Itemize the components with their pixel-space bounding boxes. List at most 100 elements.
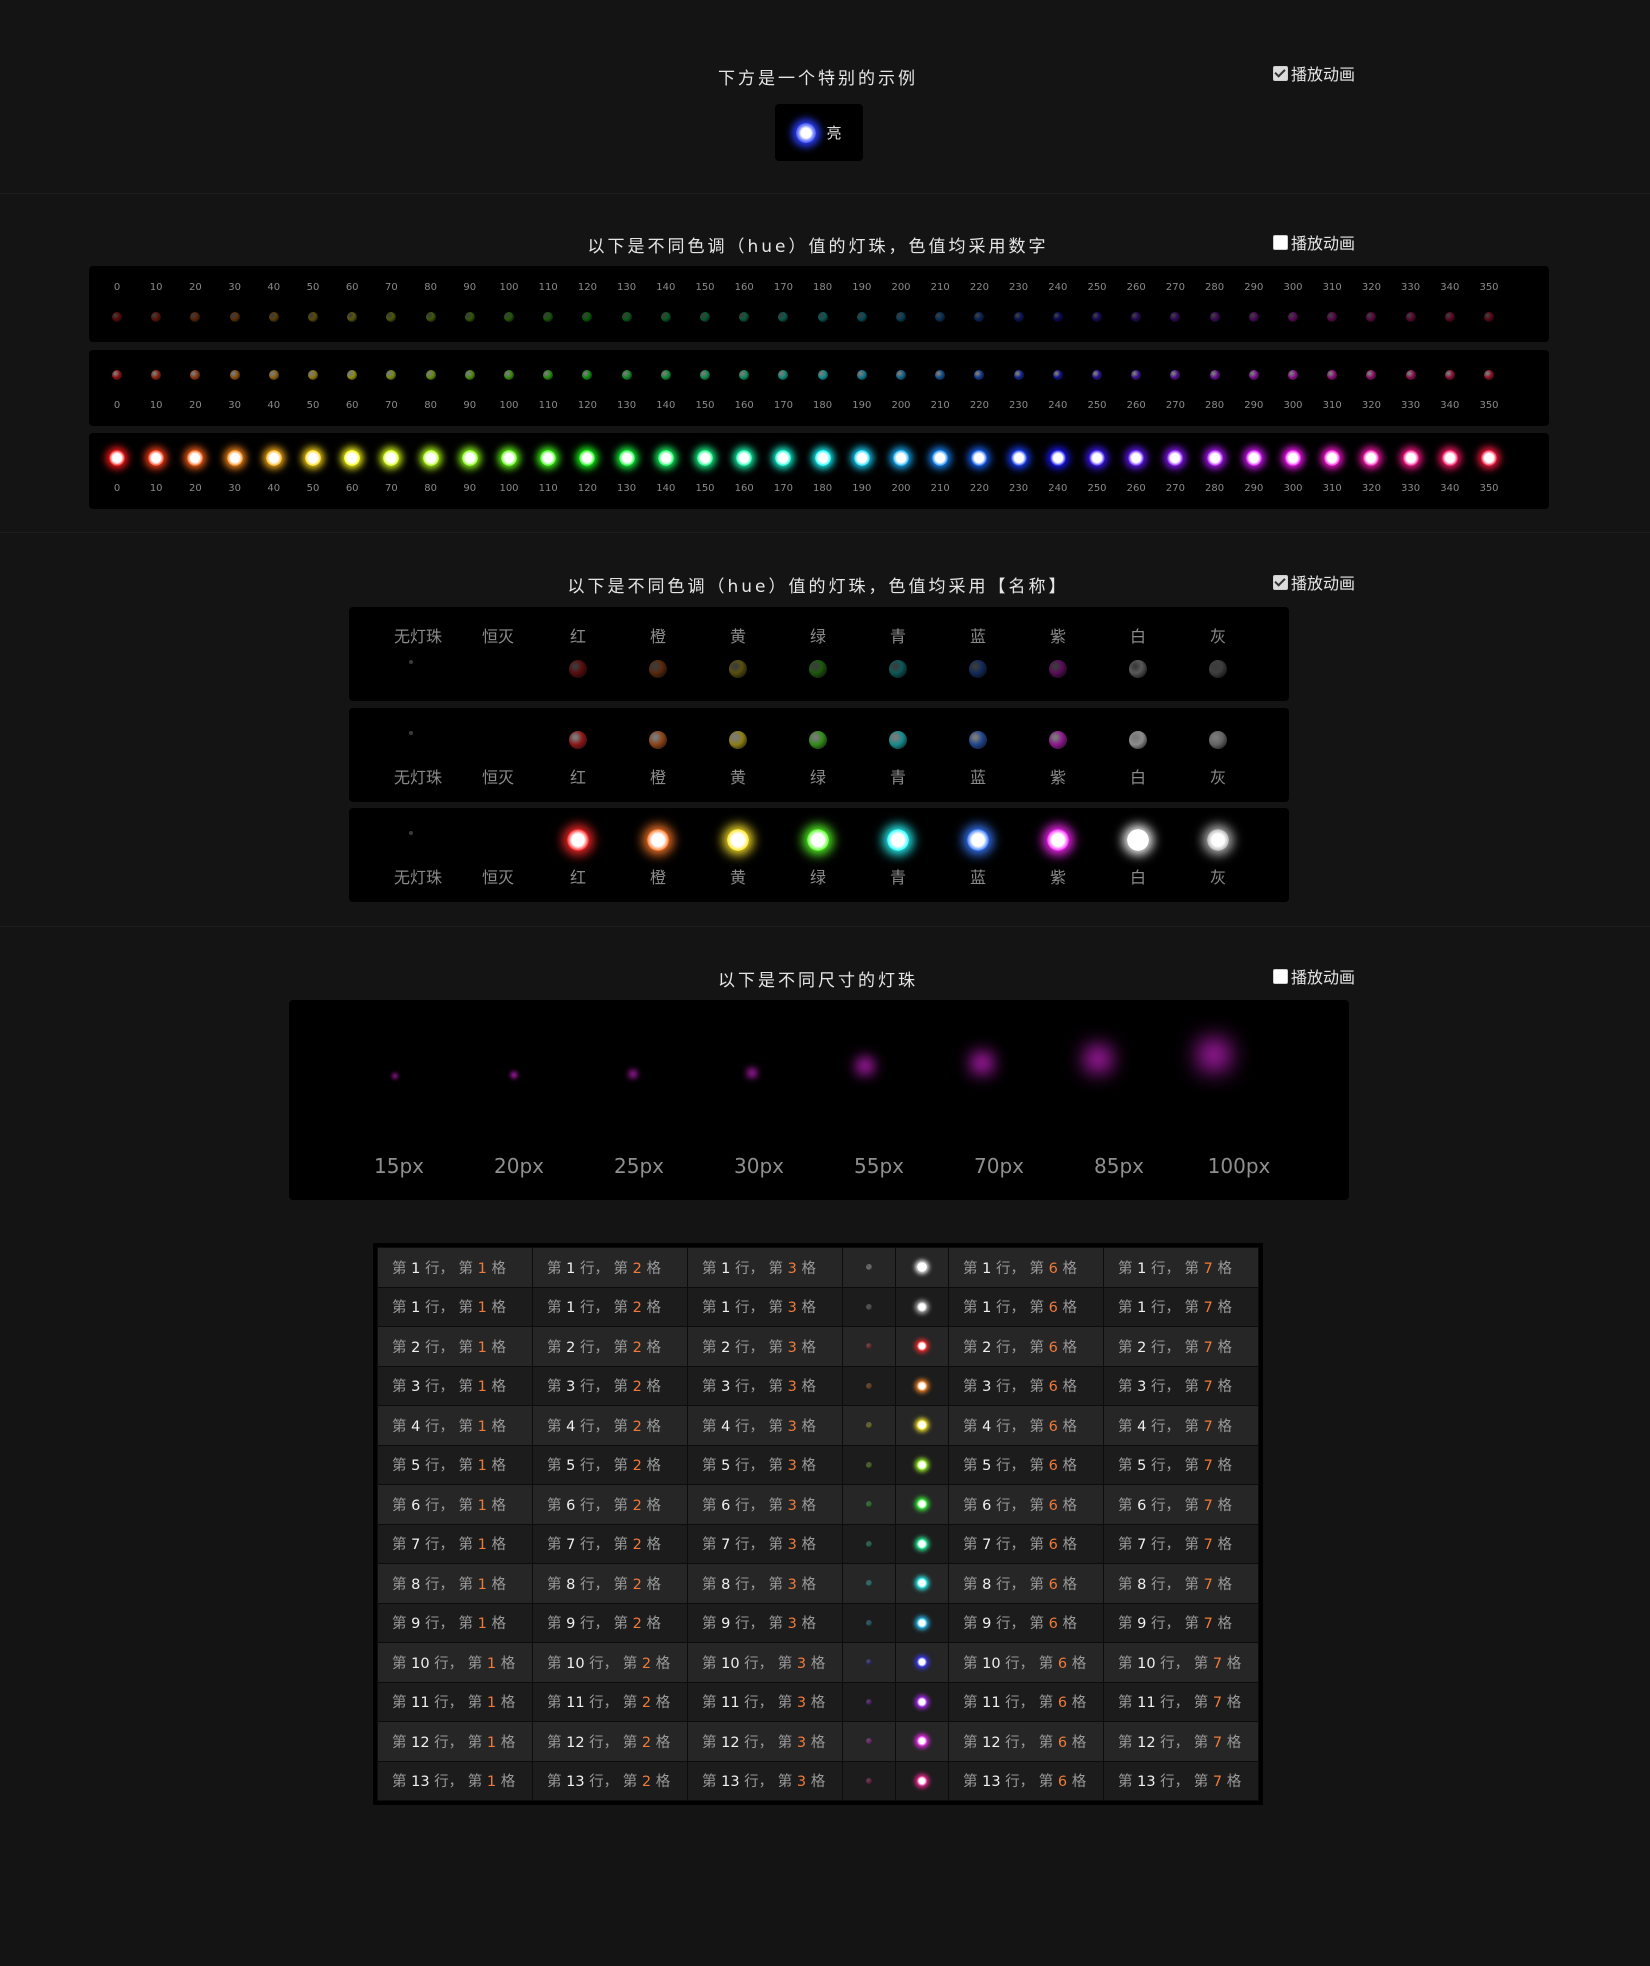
hue-bead: [700, 370, 710, 380]
hue-value-label: 210: [930, 400, 950, 411]
cell-number: 7: [1203, 1418, 1213, 1435]
cell-number: 2: [632, 1418, 642, 1435]
hue-bead: [1092, 370, 1102, 380]
hue-value-label: 180: [813, 483, 833, 494]
cell-text: 行， 第: [991, 1260, 1049, 1277]
cell-text: 格: [486, 1418, 507, 1435]
hue-bead: [1405, 370, 1416, 380]
cell-text: 格: [1057, 1616, 1078, 1633]
cell-text: 第: [702, 1774, 722, 1791]
hue-value-label: 100: [499, 400, 519, 411]
table-cell: 第 12 行， 第 6 格: [948, 1721, 1104, 1762]
hue-bead: [660, 312, 671, 322]
cell-text: 第: [392, 1734, 412, 1751]
animate-checkbox[interactable]: [1273, 234, 1288, 250]
bead-cell-on: [895, 1286, 949, 1327]
hue-value-label: 340: [1440, 282, 1460, 293]
bead-name-label: 橙: [649, 768, 666, 787]
cell-text: 行， 第: [420, 1339, 478, 1356]
cell-number: 6: [1048, 1537, 1058, 1554]
cell-text: 行， 第: [575, 1418, 633, 1435]
cell-text: 第: [547, 1300, 567, 1317]
hue-value-label: 130: [617, 400, 637, 411]
animate-toggle[interactable]: 播放动画: [1273, 570, 1355, 594]
bead-name-label: 无灯珠: [393, 627, 442, 646]
cell-text: 行， 第: [420, 1576, 478, 1593]
bead-cell-small: [842, 1681, 896, 1722]
hue-bead: [1366, 370, 1377, 380]
cell-text: 格: [806, 1774, 826, 1791]
cell-text: 格: [1067, 1695, 1087, 1712]
animate-checkbox[interactable]: [1273, 574, 1288, 590]
hue-bead: [660, 370, 671, 380]
table-cell: 第 4 行， 第 6 格: [948, 1405, 1104, 1446]
cell-number: 6: [1048, 1379, 1058, 1396]
cell-text: 第: [1118, 1774, 1138, 1791]
cell-text: 格: [1222, 1695, 1242, 1712]
cell-text: 行， 第: [429, 1734, 487, 1751]
cell-text: 行， 第: [991, 1339, 1049, 1356]
animate-toggle[interactable]: 播放动画: [1273, 61, 1355, 85]
cell-text: 第: [702, 1458, 722, 1475]
bead-name-label: 紫: [1049, 868, 1066, 887]
hue-bead: [229, 370, 240, 380]
hue-bead: [425, 370, 436, 380]
cell-text: 格: [641, 1300, 662, 1317]
table-row: 第 7 行， 第 1 格第 7 行， 第 2 格第 7 行， 第 3 格第 7 …: [377, 1523, 1259, 1564]
table-cell: 第 13 行， 第 7 格: [1103, 1760, 1259, 1801]
table-bead-on: [917, 1499, 927, 1510]
cell-number: 2: [641, 1655, 652, 1672]
cell-number: 6: [1048, 1576, 1058, 1593]
table-row: 第 1 行， 第 1 格第 1 行， 第 2 格第 1 行， 第 3 格第 1 …: [377, 1247, 1259, 1288]
hue-bead: [621, 312, 632, 322]
cell-text: 行， 第: [1146, 1497, 1204, 1514]
size-label: 85px: [1094, 1154, 1144, 1178]
animate-toggle[interactable]: 播放动画: [1273, 964, 1355, 988]
cell-text: 格: [1222, 1655, 1242, 1672]
animate-toggle[interactable]: 播放动画: [1273, 230, 1355, 254]
hue-value-label: 80: [424, 483, 437, 494]
hue-bead: [1013, 312, 1024, 322]
hue-value-label: 250: [1087, 282, 1107, 293]
named-bead: [727, 829, 749, 851]
cell-text: 行， 第: [730, 1497, 788, 1514]
cell-text: 格: [1057, 1537, 1078, 1554]
hue-bead: [739, 312, 750, 322]
cell-number: 1: [477, 1379, 487, 1396]
section-title: 下方是一个特别的示例: [718, 69, 918, 89]
table-cell: 第 5 行， 第 3 格: [687, 1444, 843, 1485]
hue-value-label: 180: [813, 400, 833, 411]
divider: [0, 193, 1650, 194]
table-cell: 第 7 行， 第 1 格: [377, 1523, 533, 1564]
row-number: 12: [566, 1734, 585, 1751]
row-number: 13: [1137, 1774, 1156, 1791]
cell-text: 格: [1057, 1300, 1078, 1317]
named-bead: [887, 829, 909, 851]
hue-value-label: 170: [773, 483, 793, 494]
hue-value-label: 70: [385, 282, 398, 293]
cell-text: 行， 第: [1146, 1576, 1204, 1593]
table-bead-dim: [866, 1422, 872, 1429]
bead-cell-small: [842, 1760, 896, 1801]
hue-bead: [1327, 312, 1338, 322]
hue-bead: [778, 312, 789, 322]
cell-text: 行， 第: [991, 1537, 1049, 1554]
hue-value-label: 290: [1244, 282, 1264, 293]
table-cell: 第 10 行， 第 1 格: [377, 1642, 533, 1683]
hue-bead: [579, 450, 596, 466]
hue-value-label: 250: [1087, 483, 1107, 494]
named-bead: [567, 829, 589, 851]
table-cell: 第 6 行， 第 3 格: [687, 1484, 843, 1525]
hue-bead: [1245, 450, 1262, 466]
hue-value-label: 190: [852, 400, 872, 411]
cell-text: 第: [963, 1497, 983, 1514]
cell-number: 1: [477, 1458, 487, 1475]
animate-checkbox[interactable]: [1273, 968, 1288, 984]
row-number: 12: [982, 1734, 1001, 1751]
bead-name-label: 白: [1129, 768, 1146, 787]
cell-number: 6: [1048, 1497, 1058, 1514]
divider: [0, 532, 1650, 533]
bead-name-label: 紫: [1049, 627, 1066, 646]
named-bead: [969, 731, 987, 749]
animate-checkbox[interactable]: [1273, 65, 1288, 81]
